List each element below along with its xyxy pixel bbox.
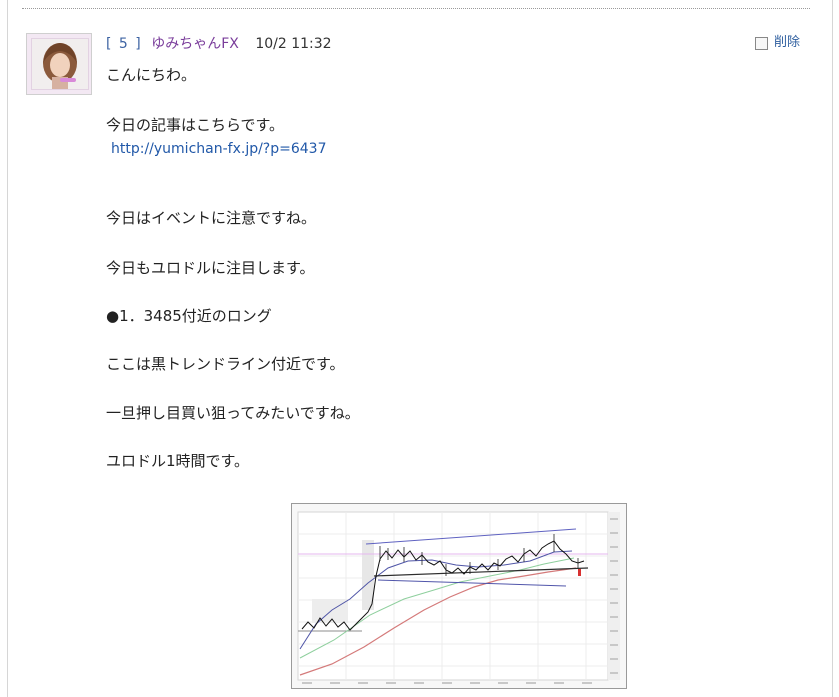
author-name[interactable]: ゆみちゃんFX — [151, 36, 239, 52]
comment-line-dip: 一旦押し目買い狙ってみたいですね。 — [106, 404, 360, 422]
comment-line-trend: ここは黒トレンドライン付近です。 — [106, 355, 345, 373]
comment-number-close: ] — [135, 36, 141, 52]
avatar-photo — [31, 38, 89, 90]
delete-control[interactable]: 削除 — [755, 35, 800, 51]
comment-datetime: 10/2 11:32 — [255, 36, 332, 52]
chart-image — [292, 504, 626, 688]
comment-number: 5 — [118, 36, 128, 52]
avatar[interactable] — [26, 33, 92, 95]
forex-chart-thumbnail[interactable] — [291, 503, 627, 689]
comment-line-article: 今日の記事はこちらです。 — [106, 116, 285, 134]
avatar-badge — [60, 78, 76, 82]
comment-line-entry: ●1．3485付近のロング — [106, 307, 272, 325]
comment-line-focus: 今日もユロドルに注目します。 — [106, 259, 315, 277]
comment-line-greeting: こんにちわ。 — [106, 66, 197, 84]
delete-label[interactable]: 削除 — [774, 35, 800, 51]
comment-line-event: 今日はイベントに注意ですね。 — [106, 209, 317, 227]
checkbox-icon[interactable] — [755, 36, 768, 50]
comment-header: [ 5 ] ゆみちゃんFX 10/2 11:32 — [106, 34, 332, 54]
comment-number-open: [ — [106, 36, 112, 52]
top-divider — [22, 8, 810, 9]
comment-line-timeframe: ユロドル1時間です。 — [106, 452, 250, 470]
article-link[interactable]: http://yumichan-fx.jp/?p=6437 — [111, 141, 326, 157]
